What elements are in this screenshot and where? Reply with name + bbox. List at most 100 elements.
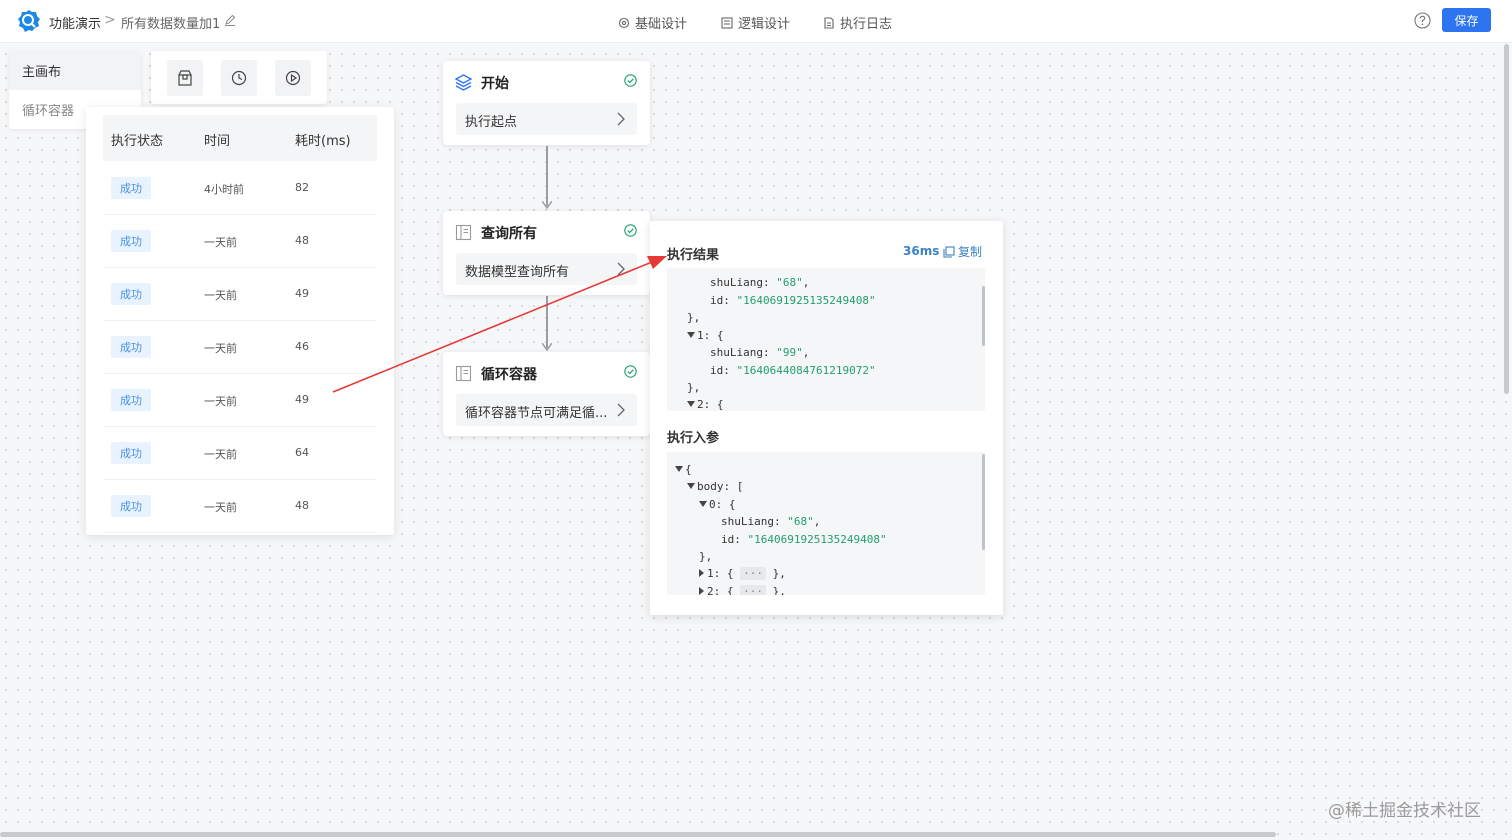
connector-line	[546, 296, 548, 348]
check-circle-icon	[624, 224, 637, 237]
table-row[interactable]: 成功 一天前 48	[103, 214, 377, 268]
save-button[interactable]: 保存	[1442, 8, 1491, 32]
copy-button[interactable]: 复制	[943, 243, 982, 260]
node-body-label: 数据模型查询所有	[465, 265, 570, 280]
code-line: shuLiang: "68",	[710, 276, 810, 289]
gear-icon	[618, 17, 630, 28]
connector-arrow-icon	[542, 343, 552, 351]
cell-duration: 48	[295, 234, 309, 247]
toolbar	[151, 51, 327, 104]
tab-execution-log-label: 执行日志	[840, 17, 893, 32]
code-line: shuLiang: "99",	[710, 346, 810, 359]
app-name[interactable]: 功能演示	[49, 13, 101, 32]
table-row[interactable]: 成功 一天前 64	[103, 426, 377, 480]
document-icon	[824, 16, 834, 29]
params-json-viewer[interactable]: { body: [ 0: { shuLiang: "68", id: "1640…	[667, 452, 985, 595]
expand-toggle-icon	[699, 569, 704, 577]
code-line[interactable]: 2: { ··· },	[699, 583, 786, 595]
cell-time: 4小时前	[204, 183, 244, 196]
node-body-label: 循环容器节点可满足循...	[465, 406, 608, 421]
connector-arrow-icon	[542, 201, 552, 209]
tab-logic-design-label: 逻辑设计	[738, 17, 791, 32]
status-badge: 成功	[111, 336, 151, 358]
code-line: shuLiang: "68",	[721, 515, 821, 528]
package-button[interactable]	[167, 60, 203, 96]
watermark: @稀土掘金技术社区	[1328, 801, 1481, 821]
code-line[interactable]: 0: {	[699, 496, 736, 513]
edit-icon[interactable]	[224, 14, 236, 26]
chevron-right-icon	[617, 262, 625, 276]
code-line: id: "1640644084761219072"	[710, 364, 876, 377]
execution-log-panel: 执行状态 时间 耗时(ms) 成功 4小时前 82 成功 一天前 48 成功 一…	[86, 107, 394, 535]
params-title: 执行入参	[667, 431, 720, 446]
node-title: 循环容器	[481, 367, 537, 383]
check-circle-icon	[624, 74, 637, 87]
logic-icon	[721, 16, 733, 29]
collapse-toggle-icon	[687, 332, 695, 338]
code-line: id: "1640691925135249408"	[710, 294, 876, 307]
node-body-label: 执行起点	[465, 115, 518, 130]
code-line: },	[687, 311, 701, 324]
status-badge: 成功	[111, 177, 151, 199]
node-loop-container[interactable]: 循环容器 循环容器节点可满足循...	[443, 352, 650, 436]
node-body[interactable]: 执行起点	[456, 103, 637, 135]
flow-name: 所有数据数量加1	[121, 17, 221, 32]
canvas-tab-main[interactable]: 主画布	[9, 51, 141, 90]
code-line[interactable]: 1: {	[687, 327, 724, 344]
history-button[interactable]	[221, 60, 257, 96]
code-line[interactable]: 1: { ··· },	[699, 565, 786, 582]
play-icon	[285, 70, 301, 86]
app-logo-icon	[18, 10, 40, 32]
collapse-toggle-icon	[687, 483, 695, 489]
cell-time: 一天前	[204, 395, 237, 408]
code-line[interactable]: body: [	[687, 478, 743, 495]
status-badge: 成功	[111, 230, 151, 252]
tab-basic-design[interactable]: 基础设计	[618, 13, 687, 32]
execution-result-panel: 执行结果 36ms 复制 shuLiang: "68", id: "164069…	[650, 221, 1003, 615]
status-badge: 成功	[111, 442, 151, 464]
tab-execution-log[interactable]: 执行日志	[823, 13, 892, 32]
code-line[interactable]: 2: {	[687, 396, 724, 411]
tab-logic-design[interactable]: 逻辑设计	[721, 13, 790, 32]
result-title: 执行结果	[667, 248, 720, 263]
code-line: },	[699, 550, 713, 563]
collapse-toggle-icon	[675, 466, 683, 472]
check-circle-icon	[624, 365, 637, 378]
table-row[interactable]: 成功 4小时前 82	[103, 161, 377, 215]
scrollbar[interactable]	[982, 286, 985, 346]
column-duration: 耗时(ms)	[295, 134, 351, 149]
code-line: },	[687, 381, 701, 394]
collapse-toggle-icon	[699, 501, 707, 507]
panel-icon	[455, 224, 472, 241]
top-bar: 功能演示 > 所有数据数量加1 基础设计 逻辑设计 执行日志 保存	[0, 0, 1512, 43]
table-row[interactable]: 成功 一天前 49	[103, 373, 377, 427]
cell-duration: 46	[295, 340, 309, 353]
connector-line	[546, 146, 548, 206]
horizontal-scrollbar[interactable]	[0, 832, 1276, 837]
node-body[interactable]: 循环容器节点可满足循...	[456, 394, 637, 426]
cell-duration: 49	[295, 287, 309, 300]
copy-icon	[943, 245, 955, 258]
code-line[interactable]: {	[675, 461, 692, 478]
column-status: 执行状态	[111, 134, 164, 149]
node-body[interactable]: 数据模型查询所有	[456, 253, 637, 285]
table-row[interactable]: 成功 一天前 48	[103, 479, 377, 533]
code-line: id: "1640691925135249408"	[721, 533, 887, 546]
vertical-scrollbar[interactable]	[1504, 44, 1509, 394]
help-icon[interactable]	[1414, 12, 1431, 29]
table-row[interactable]: 成功 一天前 49	[103, 267, 377, 321]
run-button[interactable]	[275, 60, 311, 96]
cell-time: 一天前	[204, 501, 237, 514]
collapse-toggle-icon	[687, 401, 695, 407]
cell-time: 一天前	[204, 236, 237, 249]
result-duration: 36ms	[903, 244, 940, 258]
result-json-viewer[interactable]: shuLiang: "68", id: "1640691925135249408…	[667, 268, 985, 411]
package-icon	[178, 70, 192, 86]
expand-toggle-icon	[699, 587, 704, 595]
status-badge: 成功	[111, 495, 151, 517]
scrollbar[interactable]	[982, 454, 985, 550]
node-query-all[interactable]: 查询所有 数据模型查询所有	[443, 211, 650, 295]
cell-time: 一天前	[204, 342, 237, 355]
node-start[interactable]: 开始 执行起点	[443, 61, 650, 145]
table-row[interactable]: 成功 一天前 46	[103, 320, 377, 374]
